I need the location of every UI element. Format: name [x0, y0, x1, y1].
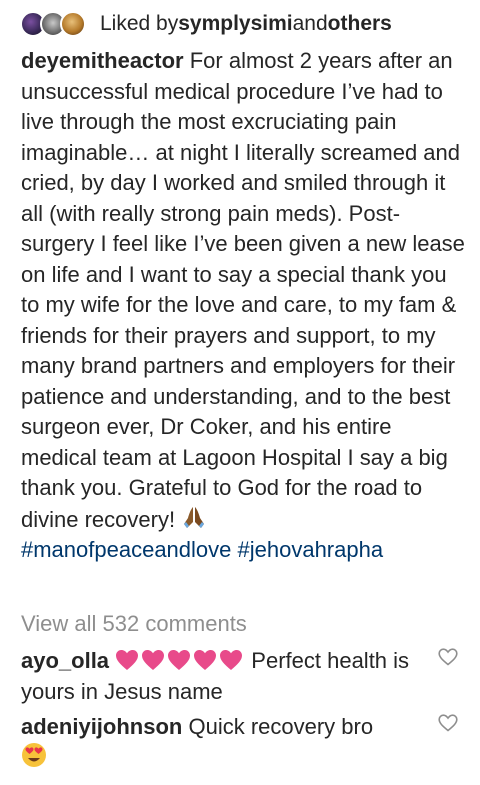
heart-outline-icon[interactable]: [438, 648, 458, 666]
pink-heart-icon: [194, 650, 217, 670]
comment-username[interactable]: adeniyijohnson: [21, 714, 182, 739]
comment-item: ayo_olla Perfect health is yours in Jesu…: [21, 645, 436, 707]
comment-item: adeniyijohnson Quick recovery bro: [21, 711, 436, 773]
pink-heart-icons: [115, 648, 251, 673]
likes-middle: and: [292, 12, 328, 35]
likes-others-link[interactable]: others: [328, 12, 392, 36]
caption-text: For almost 2 years after an unsuccessful…: [21, 48, 465, 532]
likes-row[interactable]: Liked by symplysimi and others: [20, 8, 392, 40]
comment-username[interactable]: ayo_olla: [21, 648, 109, 673]
liker-username[interactable]: symplysimi: [178, 12, 292, 36]
pink-heart-icon: [168, 650, 191, 670]
heart-outline-icon[interactable]: [438, 714, 458, 732]
view-all-comments-link[interactable]: View all 532 comments: [21, 609, 247, 639]
pink-heart-icon: [116, 650, 139, 670]
comment-text: Quick recovery bro: [182, 714, 374, 739]
likes-prefix: Liked by: [100, 12, 179, 35]
praying-hands-icon: [184, 506, 205, 528]
pink-heart-icon: [220, 650, 243, 670]
caption-username[interactable]: deyemitheactor: [21, 48, 184, 73]
liker-avatars[interactable]: [20, 11, 86, 37]
post-caption: deyemitheactor For almost 2 years after …: [21, 46, 469, 566]
avatar: [60, 11, 86, 37]
caption-hashtags[interactable]: #manofpeaceandlove #jehovahrapha: [21, 537, 383, 562]
pink-heart-icon: [142, 650, 165, 670]
heart-eyes-icon: [22, 743, 46, 767]
